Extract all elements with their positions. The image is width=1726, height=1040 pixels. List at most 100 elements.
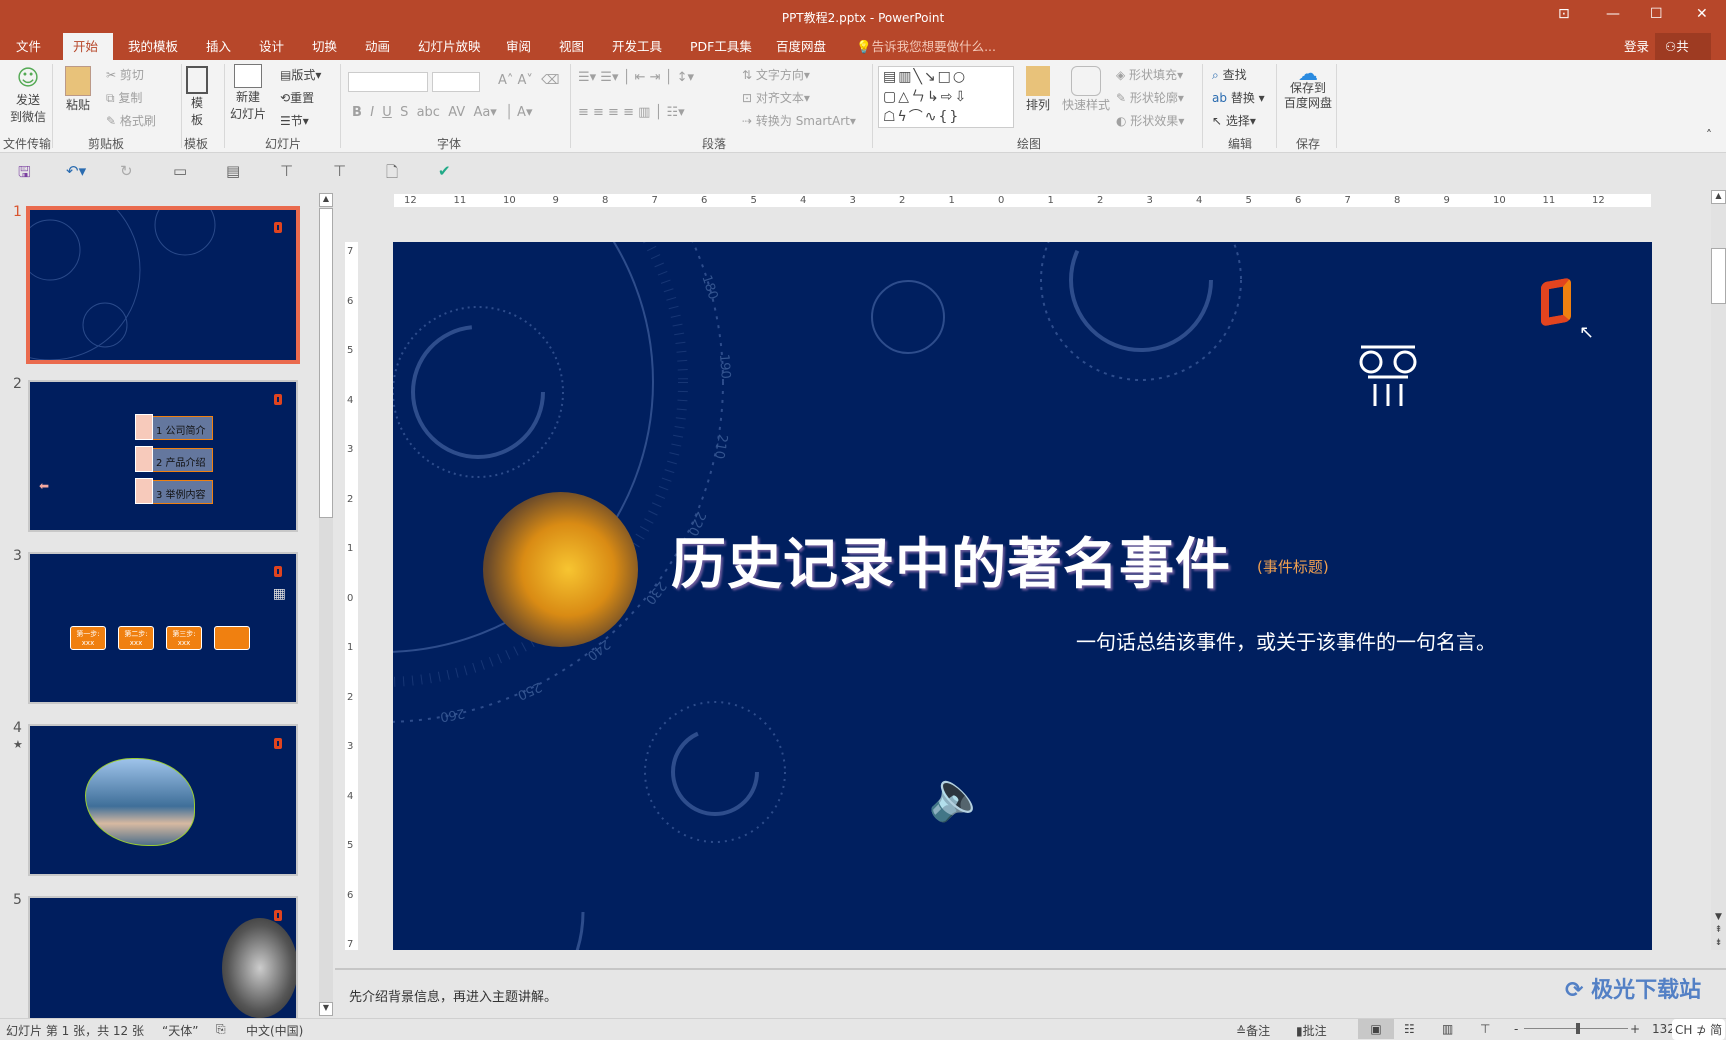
group-label-save: 保存 bbox=[1296, 137, 1321, 151]
tab-design[interactable]: 设计 bbox=[249, 33, 294, 60]
thumbnail-scrollbar[interactable]: ▲ ▼ bbox=[319, 193, 333, 1016]
select-button[interactable]: ↖ 选择▾ bbox=[1212, 112, 1256, 129]
tab-pdf-tools[interactable]: PDF工具集 bbox=[680, 33, 762, 60]
minimize-button[interactable]: — bbox=[1606, 6, 1620, 22]
search-icon: ⌕ bbox=[1212, 68, 1219, 82]
window-title: PPT教程2.pptx - PowerPoint bbox=[781, 11, 945, 25]
list-buttons[interactable]: ☰▾ ☰▾ │ ⇤ ⇥ │ ↕▾ bbox=[578, 70, 694, 85]
format-painter-button[interactable]: ✎ 格式刷 bbox=[106, 112, 156, 129]
save-icon[interactable]: 🖫 bbox=[18, 162, 31, 187]
tab-slideshow[interactable]: 幻灯片放映 bbox=[408, 33, 491, 60]
slide-scrollbar[interactable]: ▲ ▼ ⇞ ⇟ bbox=[1711, 190, 1726, 950]
tab-insert[interactable]: 插入 bbox=[196, 33, 241, 60]
scroll-thumb[interactable] bbox=[319, 208, 333, 518]
zoom-slider-thumb[interactable] bbox=[1576, 1023, 1580, 1034]
section-button[interactable]: ☰节▾ bbox=[280, 112, 309, 129]
send-to-wechat-button[interactable]: ☺ 发送 到微信 bbox=[10, 66, 46, 125]
presenter-icon[interactable]: ⊤ bbox=[280, 162, 293, 180]
check-icon[interactable]: ✔ bbox=[438, 162, 451, 180]
ribbon-display-icon[interactable]: ⊡ bbox=[1558, 6, 1570, 22]
slide-title-tag[interactable]: (事件标题) bbox=[1257, 556, 1329, 577]
tab-my-templates[interactable]: 我的模板 bbox=[118, 33, 188, 60]
scroll-thumb[interactable] bbox=[1711, 248, 1726, 304]
arrange-button[interactable]: 排列 bbox=[1026, 66, 1050, 113]
shape-effects-button[interactable]: ◐ 形状效果▾ bbox=[1116, 112, 1184, 129]
ime-indicator[interactable]: CH ⊅ 简 bbox=[1672, 1019, 1726, 1040]
spellcheck-icon[interactable]: ⎘ bbox=[216, 1022, 226, 1037]
slide-thumbnail-1[interactable] bbox=[26, 206, 300, 364]
share-button[interactable]: ⚇共享 bbox=[1655, 33, 1711, 81]
slide-thumbnail-2[interactable]: ⬅ 1 公司简介 2 产品介绍 3 举例内容 bbox=[28, 380, 298, 532]
reset-button[interactable]: ⟲重置 bbox=[280, 89, 314, 106]
maximize-button[interactable]: ☐ bbox=[1650, 6, 1663, 22]
zoom-out-button[interactable]: - bbox=[1514, 1022, 1518, 1036]
collapse-ribbon-icon[interactable]: ˄ bbox=[1706, 128, 1712, 142]
tab-baidu-netdisk[interactable]: 百度网盘 bbox=[766, 33, 836, 60]
slideshow-button[interactable]: ⊤ bbox=[1480, 1022, 1490, 1036]
tab-home[interactable]: 开始 bbox=[63, 33, 113, 60]
layout-button[interactable]: ▤版式▾ bbox=[280, 66, 321, 83]
shape-outline-button[interactable]: ✎ 形状轮廓▾ bbox=[1116, 89, 1184, 106]
notes-pane[interactable]: 先介绍背景信息，再进入主题讲解。 ⟳ 极光下载站 bbox=[335, 968, 1726, 1018]
align-text-button[interactable]: ⊡ 对齐文本▾ bbox=[742, 89, 810, 106]
slide-title[interactable]: 历史记录中的著名事件 bbox=[671, 519, 1231, 599]
slide-thumbnail-4[interactable] bbox=[28, 724, 298, 876]
redo-icon[interactable]: ↻ bbox=[120, 162, 133, 180]
save-to-baidu-button[interactable]: ☁ 保存到 百度网盘 bbox=[1284, 63, 1332, 111]
normal-view-button[interactable]: ▣ bbox=[1358, 1019, 1394, 1039]
ruler-tick-label: 7 bbox=[1344, 195, 1351, 206]
tab-file[interactable]: 文件 bbox=[6, 33, 51, 60]
replace-button[interactable]: ab 替换 ▾ bbox=[1212, 89, 1265, 106]
text-direction-button[interactable]: ⇅ 文字方向▾ bbox=[742, 66, 810, 83]
quick-styles-button[interactable]: 快速样式 bbox=[1062, 66, 1110, 113]
scroll-down-icon[interactable]: ▼ bbox=[319, 1002, 333, 1016]
arrange-icon bbox=[1026, 66, 1050, 96]
convert-smartart-button[interactable]: ⇢ 转换为 SmartArt▾ bbox=[742, 112, 856, 129]
tab-animations[interactable]: 动画 bbox=[355, 33, 400, 60]
copy-button[interactable]: ⧉ 复制 bbox=[106, 89, 142, 106]
notes-text[interactable]: 先介绍背景信息，再进入主题讲解。 bbox=[349, 986, 557, 1005]
text-box-icon[interactable]: ▤ bbox=[226, 162, 240, 180]
speaker-icon[interactable]: 🔈 bbox=[928, 767, 988, 824]
shapes-gallery[interactable]: ▤▥╲↘□○ ▢△ㄣ↳⇨⇩ ☖ϟ⌒∿{} bbox=[878, 66, 1014, 128]
close-button[interactable]: ✕ bbox=[1696, 6, 1708, 22]
new-slide-button[interactable]: 新建 幻灯片 bbox=[230, 64, 266, 122]
slide-subtitle[interactable]: 一句话总结该事件，或关于该事件的一句名言。 bbox=[1076, 626, 1496, 655]
cut-button[interactable]: ✂ 剪切 bbox=[106, 66, 144, 83]
font-size-buttons[interactable]: A˄ A˅ ⌫ bbox=[498, 73, 560, 88]
language[interactable]: 中文(中国) bbox=[246, 1022, 303, 1039]
shape-fill-button[interactable]: ◈ 形状填充▾ bbox=[1116, 66, 1183, 83]
ruler-tick-label: 2 bbox=[347, 493, 354, 505]
slide-thumbnail-3[interactable]: ▦ 第一步: xxx 第二步: xxx 第三步: xxx bbox=[28, 552, 298, 704]
tell-me-search[interactable]: 💡告诉我您想要做什么... bbox=[846, 33, 1006, 60]
slide-sorter-button[interactable]: ☷ bbox=[1404, 1022, 1415, 1036]
tab-view[interactable]: 视图 bbox=[549, 33, 594, 60]
font-size-input[interactable] bbox=[432, 72, 480, 92]
scroll-up-icon[interactable]: ▲ bbox=[1711, 190, 1726, 204]
slide-canvas[interactable]: 260250240230220210190180170160150 历史记录中的… bbox=[393, 242, 1652, 950]
page-nav-icons[interactable]: ▼ ⇞ ⇟ bbox=[1711, 911, 1726, 950]
font-format-buttons[interactable]: B I U S abc AV Aa▾ │ A▾ bbox=[352, 105, 532, 120]
reading-view-button[interactable]: ▥ bbox=[1442, 1022, 1453, 1036]
ruler-tick-label: 11 bbox=[453, 195, 467, 206]
tab-developer[interactable]: 开发工具 bbox=[602, 33, 672, 60]
tab-review[interactable]: 审阅 bbox=[496, 33, 541, 60]
login-link[interactable]: 登录 bbox=[1614, 33, 1659, 60]
font-name-input[interactable] bbox=[348, 72, 428, 92]
find-button[interactable]: ⌕ 查找 bbox=[1212, 66, 1247, 83]
print-preview-icon[interactable]: 🗋 bbox=[386, 162, 398, 187]
paste-button[interactable]: 粘贴 bbox=[65, 66, 91, 113]
tab-transitions[interactable]: 切换 bbox=[302, 33, 347, 60]
slideshow-icon[interactable]: ⊤ bbox=[333, 162, 346, 180]
scroll-up-icon[interactable]: ▲ bbox=[319, 193, 333, 207]
from-beginning-icon[interactable]: ▭ bbox=[173, 162, 187, 180]
undo-icon[interactable]: ↶▾ bbox=[66, 162, 86, 180]
comments-toggle[interactable]: ▮批注 bbox=[1296, 1022, 1327, 1039]
template-button[interactable]: 模 板 bbox=[186, 66, 208, 128]
notes-toggle[interactable]: ≙备注 bbox=[1236, 1022, 1270, 1039]
align-buttons[interactable]: ≡ ≡ ≡ ≡ ▥ │ ☷▾ bbox=[578, 105, 685, 120]
ruler-tick-label: 3 bbox=[1146, 195, 1153, 206]
zoom-in-button[interactable]: + bbox=[1630, 1022, 1640, 1036]
slide-thumbnail-5[interactable] bbox=[28, 896, 298, 1018]
ruler-tick-label: 12 bbox=[1592, 195, 1605, 206]
